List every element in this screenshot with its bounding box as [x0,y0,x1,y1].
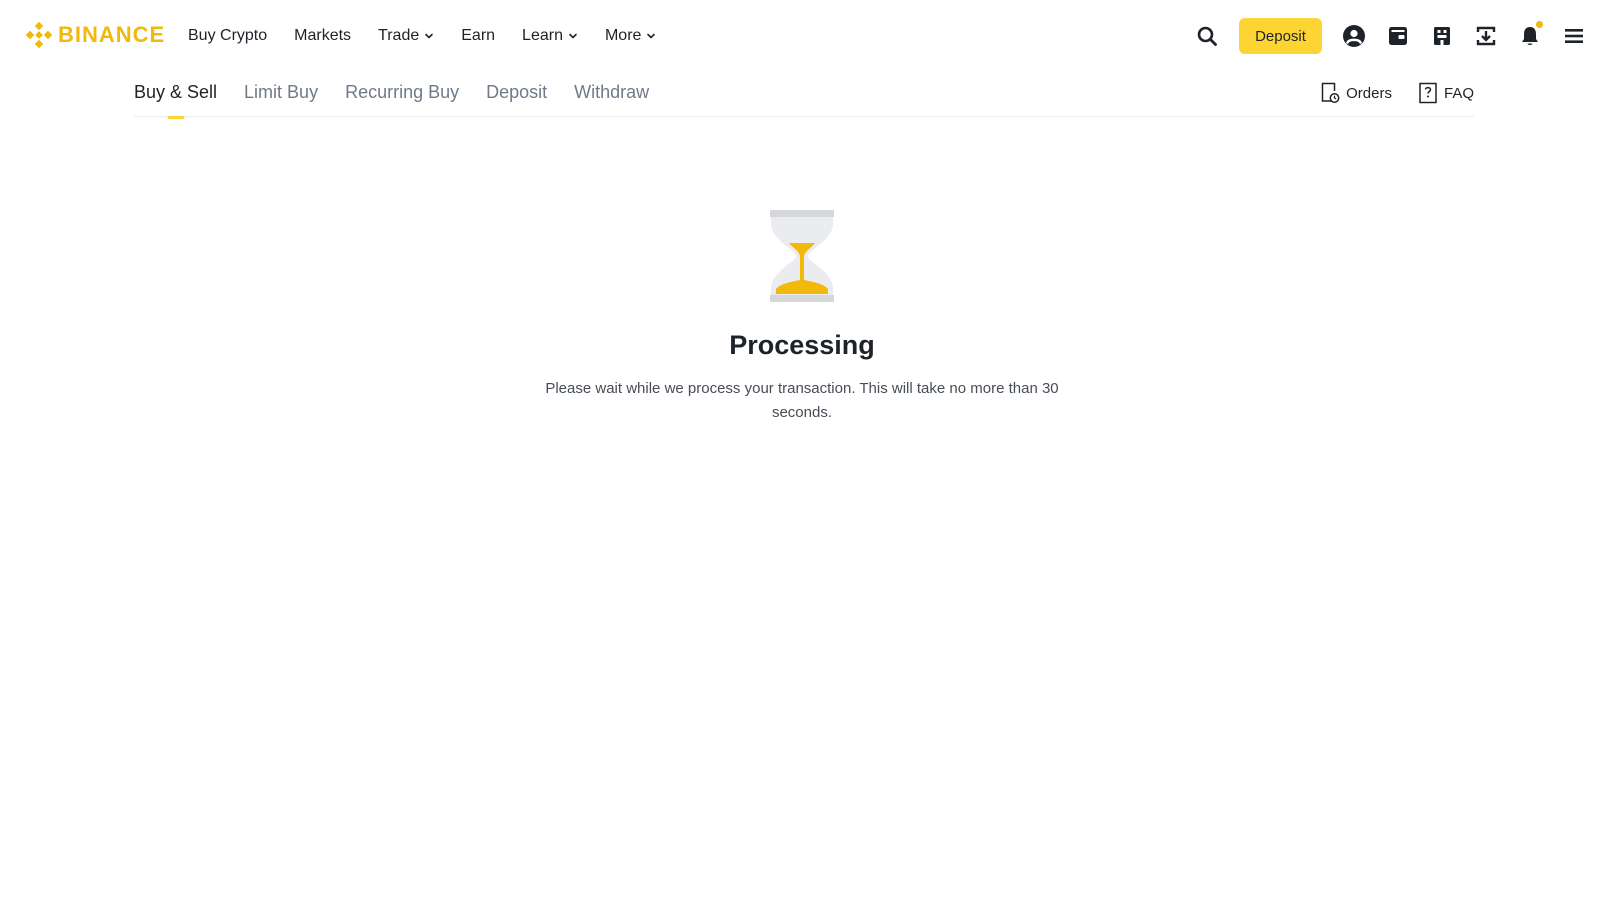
faq-label: FAQ [1443,84,1474,102]
tab-withdraw[interactable]: Withdraw [574,82,649,112]
nav-label: Buy Crypto [188,27,268,44]
notification-dot [1536,21,1543,28]
menu-button[interactable] [1562,24,1586,48]
orders-clock-icon [1321,82,1340,103]
deposit-button[interactable]: Deposit [1239,18,1322,54]
nav-label: Trade [378,27,420,44]
subnav-actions: Orders FAQ [1320,82,1474,104]
nav-buy-crypto[interactable]: Buy Crypto [188,27,267,45]
processing-panel: Processing Please wait while we process … [500,210,1104,425]
faq-link[interactable]: FAQ [1418,82,1474,104]
faq-doc-icon [1419,82,1437,104]
tab-recurring-buy[interactable]: Recurring Buy [345,82,459,112]
bell-icon [1522,27,1538,45]
download-icon [1476,26,1496,46]
notifications-button[interactable] [1518,21,1543,48]
account-button[interactable] [1342,24,1366,48]
nav-learn[interactable]: Learn [522,27,578,45]
nav-markets[interactable]: Markets [294,27,351,45]
binance-logo-icon [26,22,52,48]
logo-text: BINANCE [58,22,166,47]
top-navbar: BINANCE Buy Crypto Markets Trade Earn Le… [0,0,1600,72]
orders-menu-button[interactable] [1430,24,1454,48]
search-icon [1197,26,1217,46]
binance-logo[interactable]: BINANCE [26,20,165,50]
nav-label: Markets [294,27,352,44]
wallet-icon [1389,27,1407,45]
header-actions: Deposit [1195,0,1600,72]
nav-label: Earn [461,27,496,44]
chevron-down-icon [425,33,434,39]
subnav-tabs: Buy & Sell Limit Buy Recurring Buy Depos… [134,82,649,112]
orders-building-icon [1434,27,1450,45]
main-nav: Buy Crypto Markets Trade Earn Learn More [188,0,656,72]
nav-earn[interactable]: Earn [461,27,495,45]
menu-icon [1565,29,1583,43]
account-icon [1343,25,1365,47]
processing-title: Processing [729,330,875,360]
nav-trade[interactable]: Trade [378,27,434,45]
nav-more[interactable]: More [605,27,656,45]
nav-label: Learn [522,27,563,44]
chevron-down-icon [647,33,656,39]
wallet-button[interactable] [1386,24,1410,48]
orders-label: Orders [1346,84,1392,102]
chevron-down-icon [569,33,577,39]
hourglass-icon [770,210,834,302]
orders-link[interactable]: Orders [1320,82,1392,104]
subnav-bar: Buy & Sell Limit Buy Recurring Buy Depos… [134,76,1474,117]
tab-buy-sell[interactable]: Buy & Sell [134,82,217,112]
search-button[interactable] [1195,24,1219,48]
download-button[interactable] [1474,24,1498,48]
tab-limit-buy[interactable]: Limit Buy [244,82,318,112]
processing-description: Please wait while we process your transa… [545,380,1059,421]
tab-deposit[interactable]: Deposit [486,82,547,112]
nav-label: More [604,27,642,44]
